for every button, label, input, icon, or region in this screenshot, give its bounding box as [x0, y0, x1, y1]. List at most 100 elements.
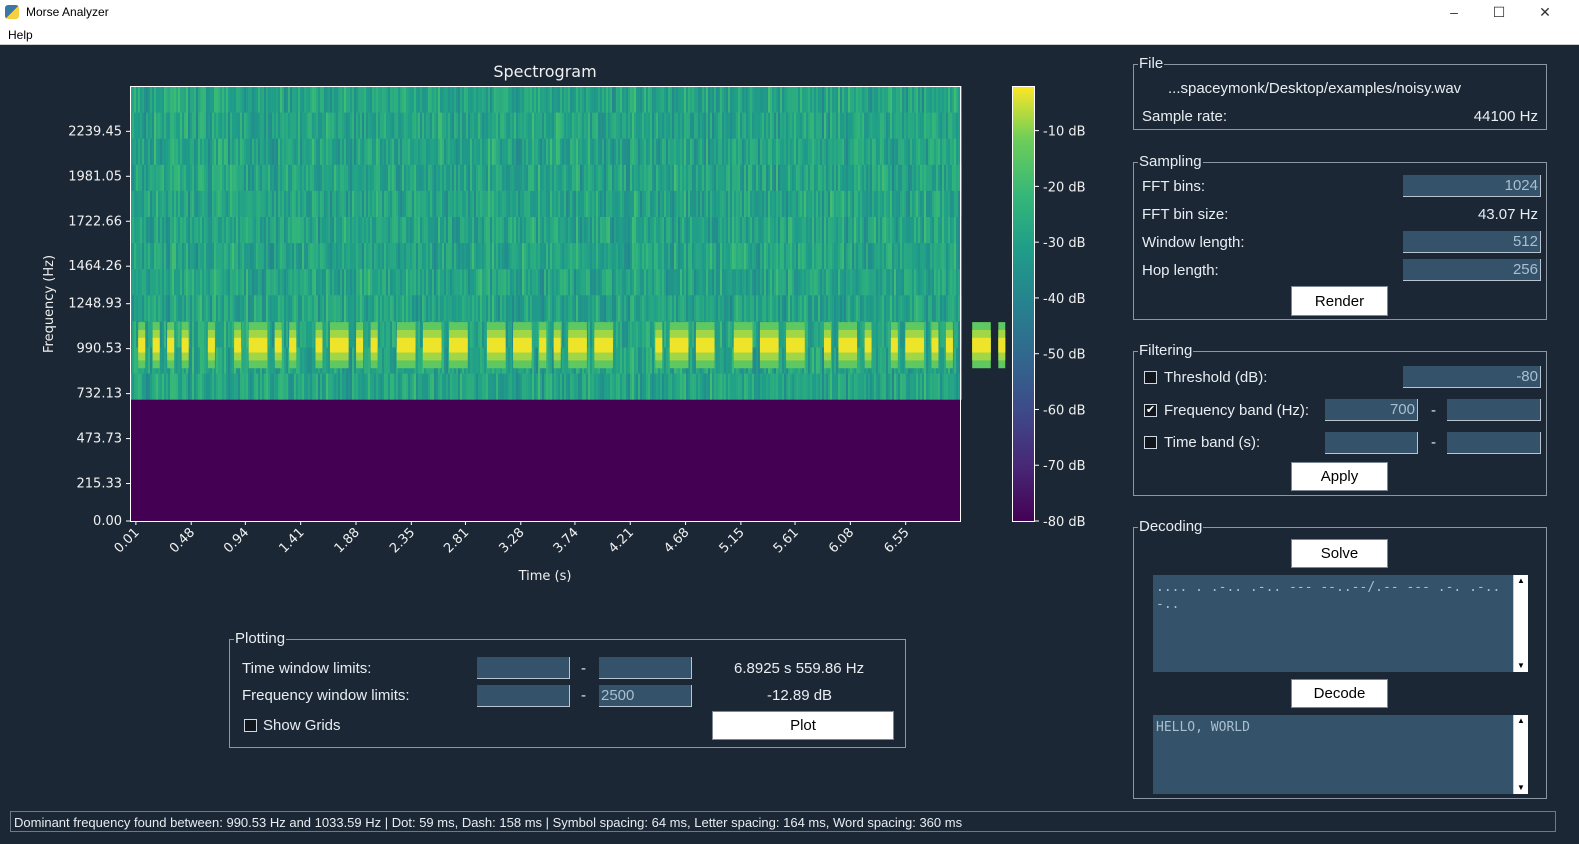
noise-cell	[302, 216, 304, 244]
noise-cell	[552, 242, 554, 270]
noise-cell	[378, 112, 380, 139]
noise-cell	[918, 190, 920, 217]
noise-cell	[256, 190, 258, 217]
noise-cell	[958, 164, 960, 191]
noise-cell	[342, 112, 344, 139]
noise-cell	[770, 112, 772, 139]
maximize-button[interactable]: ☐	[1476, 0, 1522, 24]
noise-cell	[290, 112, 292, 139]
noise-cell	[460, 86, 462, 113]
noise-cell	[772, 216, 774, 244]
noise-cell	[316, 86, 318, 113]
noise-cell	[230, 347, 232, 374]
noise-cell	[538, 216, 540, 244]
noise-cell	[270, 112, 272, 139]
minimize-button[interactable]: –	[1431, 0, 1477, 24]
menu-help[interactable]: Help	[8, 28, 33, 42]
noise-cell	[358, 242, 360, 270]
noise-cell	[198, 373, 200, 400]
noise-cell	[206, 190, 208, 217]
noise-cell	[940, 138, 942, 165]
noise-cell	[374, 268, 376, 296]
noise-cell	[860, 373, 862, 400]
noise-cell	[564, 268, 566, 296]
noise-cell	[856, 294, 858, 322]
noise-cell	[674, 190, 676, 217]
noise-cell	[440, 190, 442, 217]
noise-cell	[236, 190, 238, 217]
noise-cell	[250, 190, 252, 217]
noise-cell	[292, 268, 294, 296]
noise-cell	[830, 138, 832, 165]
noise-cell	[628, 112, 630, 139]
noise-cell	[696, 86, 698, 113]
noise-cell	[794, 268, 796, 296]
noise-cell	[652, 242, 654, 270]
noise-cell	[334, 373, 336, 400]
noise-cell	[328, 216, 330, 244]
noise-cell	[452, 242, 454, 270]
noise-cell	[338, 216, 340, 244]
noise-cell	[464, 164, 466, 191]
noise-cell	[816, 320, 818, 348]
spectrogram-chart[interactable]: Spectrogram 0.00215.33473.73732.13990.53…	[0, 45, 1120, 605]
noise-cell	[344, 138, 346, 165]
noise-cell	[486, 138, 488, 165]
noise-cell	[198, 347, 200, 374]
noise-cell	[806, 347, 808, 374]
noise-cell	[840, 190, 842, 217]
noise-cell	[374, 373, 376, 400]
noise-cell	[450, 216, 452, 244]
noise-cell	[726, 320, 728, 348]
noise-cell	[666, 320, 668, 348]
noise-cell	[688, 294, 690, 322]
noise-cell	[368, 373, 370, 400]
noise-cell	[660, 112, 662, 139]
noise-cell	[810, 294, 812, 322]
noise-cell	[564, 347, 566, 374]
noise-cell	[318, 164, 320, 191]
noise-cell	[694, 373, 696, 400]
noise-cell	[148, 164, 150, 191]
noise-cell	[532, 347, 534, 374]
noise-cell	[282, 164, 284, 191]
noise-cell	[470, 294, 472, 322]
noise-cell	[588, 294, 590, 322]
noise-cell	[286, 86, 288, 113]
close-button[interactable]: ✕	[1522, 0, 1568, 24]
noise-cell	[880, 86, 882, 113]
noise-cell	[446, 242, 448, 270]
noise-cell	[348, 216, 350, 244]
noise-cell	[490, 294, 492, 322]
noise-cell	[374, 294, 376, 322]
noise-cell	[326, 138, 328, 165]
noise-cell	[770, 216, 772, 244]
noise-cell	[368, 294, 370, 322]
noise-cell	[356, 86, 358, 113]
noise-cell	[928, 294, 930, 322]
noise-cell	[448, 373, 450, 400]
noise-cell	[892, 190, 894, 217]
noise-cell	[904, 268, 906, 296]
noise-cell	[598, 138, 600, 165]
noise-cell	[712, 86, 714, 113]
noise-cell	[506, 268, 508, 296]
noise-cell	[654, 190, 656, 217]
noise-cell	[900, 190, 902, 217]
noise-cell	[870, 190, 872, 217]
noise-cell	[810, 373, 812, 400]
noise-cell	[542, 242, 544, 270]
noise-cell	[454, 138, 456, 165]
noise-cell	[220, 320, 222, 348]
noise-cell	[822, 138, 824, 165]
noise-cell	[710, 112, 712, 139]
noise-cell	[200, 320, 202, 348]
noise-cell	[138, 216, 140, 244]
noise-cell	[468, 216, 470, 244]
noise-cell	[322, 164, 324, 191]
noise-cell	[914, 190, 916, 217]
noise-cell	[826, 216, 828, 244]
noise-cell	[264, 112, 266, 139]
noise-cell	[240, 242, 242, 270]
noise-cell	[958, 242, 960, 270]
